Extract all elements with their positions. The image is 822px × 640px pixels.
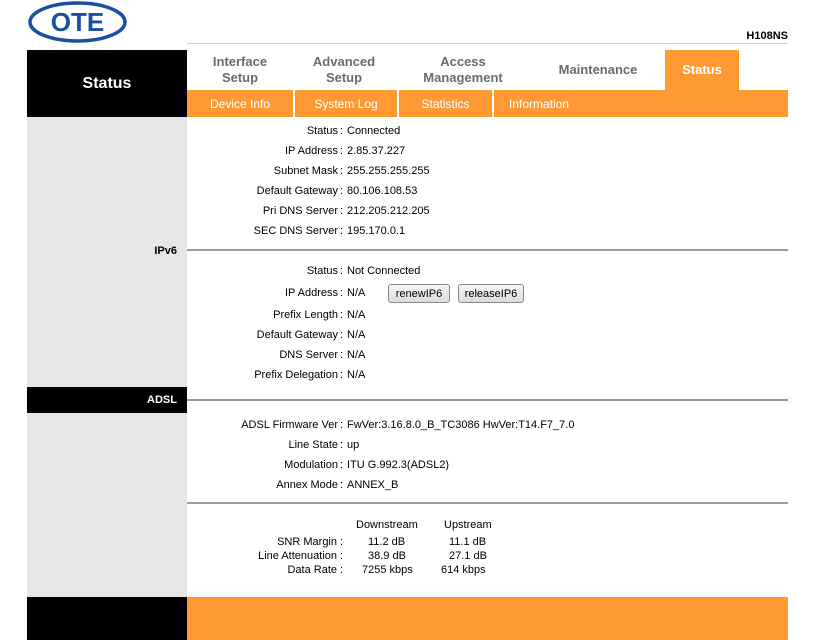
subnav-system-log[interactable]: System Log bbox=[295, 90, 399, 117]
field-value: 80.106.108.53 bbox=[347, 185, 418, 197]
adsl-divider bbox=[187, 399, 788, 401]
subnav-information[interactable]: Information bbox=[494, 90, 584, 117]
field-value: N/A bbox=[347, 329, 366, 341]
tab-interface-setup[interactable]: Interface Setup bbox=[187, 50, 293, 90]
wan-pri-dns-row: Pri DNS Server: 212.205.212.205 bbox=[187, 201, 788, 221]
field-value: FwVer:3.16.8.0_B_TC3086 HwVer:T14.F7_7.0 bbox=[347, 419, 575, 431]
renew-ip6-button[interactable]: renewIP6 bbox=[388, 284, 450, 303]
subnav-device-info[interactable]: Device Info bbox=[187, 90, 295, 117]
adsl-modulation-row: Modulation: ITU G.992.3(ADSL2) bbox=[187, 455, 788, 475]
rate-label: Data Rate bbox=[287, 564, 337, 576]
ipv6-gateway-row: Default Gateway: N/A bbox=[187, 325, 788, 345]
field-value: 212.205.212.205 bbox=[347, 205, 430, 217]
wan-ip-row: IP Address: 2.85.37.227 bbox=[187, 141, 788, 161]
ipv6-prefix-delegation-row: Prefix Delegation: N/A bbox=[187, 365, 788, 385]
adsl-line-state-row: Line State: up bbox=[187, 435, 788, 455]
wan-mask-row: Subnet Mask: 255.255.255.255 bbox=[187, 161, 788, 181]
model-name: H108NS bbox=[746, 30, 788, 42]
field-value: up bbox=[347, 439, 360, 451]
field-value: N/A bbox=[347, 349, 366, 361]
field-label: Subnet Mask bbox=[273, 165, 338, 177]
field-label: IP Address bbox=[285, 287, 338, 299]
atten-down: 38.9 dB bbox=[368, 550, 406, 562]
field-label: Default Gateway bbox=[256, 185, 338, 197]
stats-colon: : bbox=[340, 550, 344, 562]
field-value: ITU G.992.3(ADSL2) bbox=[347, 459, 450, 471]
stats-divider bbox=[187, 502, 788, 504]
field-label: Status bbox=[306, 125, 338, 137]
footer-left bbox=[27, 597, 187, 640]
field-label: ADSL Firmware Ver bbox=[241, 419, 338, 431]
field-value: 195.170.0.1 bbox=[347, 225, 406, 237]
ipv6-status-row: Status: Not Connected bbox=[187, 261, 788, 281]
stats-colon: : bbox=[340, 536, 344, 548]
field-label: IP Address bbox=[285, 145, 338, 157]
logo-text: OTE bbox=[51, 7, 104, 37]
stats-colon: : bbox=[340, 564, 344, 576]
field-value: 255.255.255.255 bbox=[347, 165, 430, 177]
tab-access-management[interactable]: Access Management bbox=[395, 50, 531, 90]
col-header-downstream: Downstream bbox=[356, 519, 418, 531]
atten-up: 27.1 dB bbox=[449, 550, 487, 562]
field-value: 2.85.37.227 bbox=[347, 145, 406, 157]
tab-advanced-setup[interactable]: Advanced Setup bbox=[293, 50, 395, 90]
line-stats-table: Downstream Upstream SNR Margin : 11.2 dB… bbox=[187, 517, 788, 582]
field-label: Status bbox=[306, 265, 338, 277]
adsl-section-label: ADSL bbox=[27, 387, 187, 413]
sidebar: IPv6 bbox=[27, 117, 187, 597]
field-label: Annex Mode bbox=[276, 479, 338, 491]
ote-logo-icon: OTE bbox=[28, 1, 127, 43]
field-value: Connected bbox=[347, 125, 401, 137]
wan-gateway-row: Default Gateway: 80.106.108.53 bbox=[187, 181, 788, 201]
rate-up: 614 kbps bbox=[441, 564, 486, 576]
ipv6-dns-row: DNS Server: N/A bbox=[187, 345, 788, 365]
field-value: Not Connected bbox=[347, 265, 421, 277]
snr-up: 11.1 dB bbox=[449, 536, 487, 548]
section-title: Status bbox=[27, 50, 187, 117]
header-divider bbox=[187, 43, 788, 44]
field-value: N/A bbox=[347, 309, 366, 321]
sub-navigation: Device Info System Log Statistics Inform… bbox=[187, 90, 788, 117]
tab-status[interactable]: Status bbox=[665, 50, 739, 90]
field-value: N/A bbox=[347, 369, 366, 381]
ipv6-section-label: IPv6 bbox=[154, 245, 177, 257]
main-tabs: Interface Setup Advanced Setup Access Ma… bbox=[187, 50, 788, 90]
field-label: Prefix Delegation bbox=[254, 369, 338, 381]
field-label: Pri DNS Server bbox=[262, 205, 338, 217]
atten-label: Line Attenuation bbox=[258, 550, 337, 562]
field-value: N/A bbox=[347, 287, 366, 299]
field-label: Default Gateway bbox=[256, 329, 338, 341]
subnav-statistics[interactable]: Statistics bbox=[399, 90, 494, 117]
adsl-annex-row: Annex Mode: ANNEX_B bbox=[187, 475, 788, 495]
ote-logo: OTE bbox=[28, 1, 127, 43]
wan-sec-dns-row: SEC DNS Server: 195.170.0.1 bbox=[187, 221, 788, 241]
snr-label: SNR Margin bbox=[277, 536, 337, 548]
field-label: SEC DNS Server bbox=[253, 225, 338, 237]
tab-maintenance[interactable]: Maintenance bbox=[531, 50, 665, 90]
wan-status-row: Status: Connected bbox=[187, 121, 788, 141]
rate-down: 7255 kbps bbox=[362, 564, 413, 576]
field-label: Line State bbox=[288, 439, 338, 451]
footer-bar bbox=[187, 597, 788, 640]
ipv6-prefix-length-row: Prefix Length: N/A bbox=[187, 305, 788, 325]
field-value: ANNEX_B bbox=[347, 479, 399, 491]
field-label: DNS Server bbox=[279, 349, 338, 361]
field-label: Modulation bbox=[284, 459, 338, 471]
snr-down: 11.2 dB bbox=[368, 536, 406, 548]
col-header-upstream: Upstream bbox=[444, 519, 492, 531]
field-label: Prefix Length bbox=[273, 309, 338, 321]
adsl-firmware-row: ADSL Firmware Ver: FwVer:3.16.8.0_B_TC30… bbox=[187, 415, 788, 435]
ipv6-divider bbox=[187, 249, 788, 251]
release-ip6-button[interactable]: releaseIP6 bbox=[458, 284, 524, 303]
